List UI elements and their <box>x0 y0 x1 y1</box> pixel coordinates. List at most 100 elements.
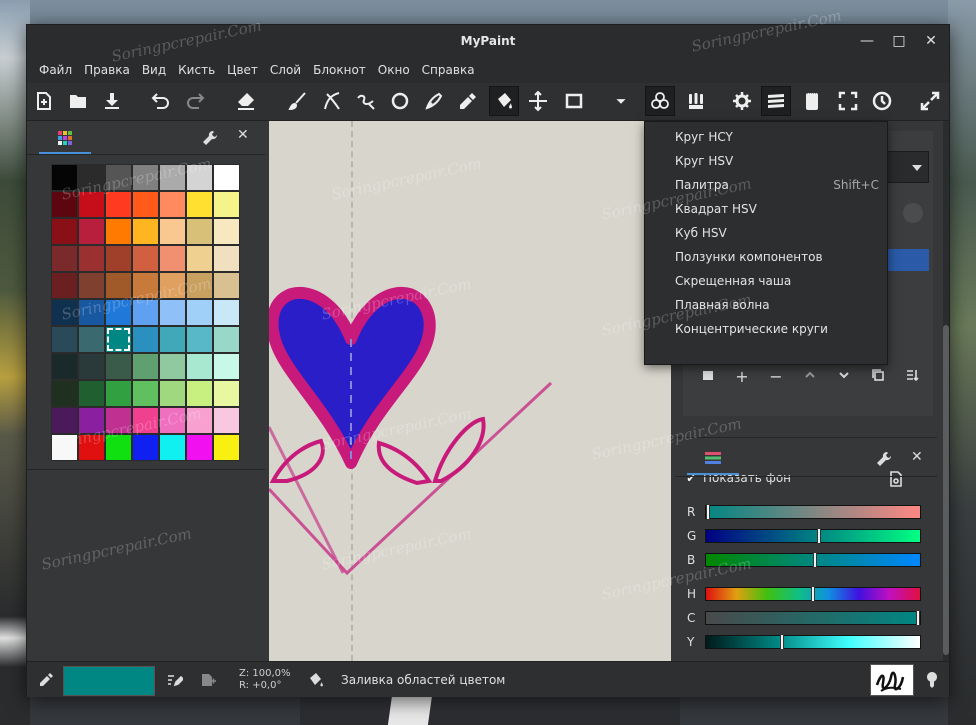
move-layer-icon[interactable] <box>523 86 553 116</box>
palette-swatch[interactable] <box>132 245 159 272</box>
palette-swatch[interactable] <box>213 353 240 380</box>
brush-icon[interactable] <box>283 86 313 116</box>
palette-swatch[interactable] <box>51 299 78 326</box>
menu-layer[interactable]: Слой <box>264 59 307 83</box>
slider-handle[interactable] <box>817 528 822 544</box>
palette-swatch[interactable] <box>132 272 159 299</box>
menu-item[interactable]: Куб HSV <box>645 221 887 245</box>
palette-swatch[interactable] <box>51 353 78 380</box>
expand-icon[interactable] <box>915 86 945 116</box>
move-layer-down-icon[interactable] <box>827 368 861 385</box>
palette-swatch[interactable] <box>213 191 240 218</box>
palette-swatch[interactable] <box>159 353 186 380</box>
palette-swatch[interactable] <box>186 326 213 353</box>
undo-icon[interactable] <box>145 86 175 116</box>
frame-icon[interactable] <box>559 86 589 116</box>
current-color-swatch[interactable] <box>63 666 155 696</box>
slider-y[interactable] <box>705 634 921 650</box>
fullscreen-icon[interactable] <box>833 86 863 116</box>
menu-item[interactable]: Круг HCY <box>645 125 887 149</box>
palette-swatch[interactable] <box>159 326 186 353</box>
palette-swatch[interactable] <box>105 407 132 434</box>
menu-item[interactable]: Круг HSV <box>645 149 887 173</box>
slider-r[interactable] <box>705 504 921 520</box>
history-icon[interactable] <box>867 86 897 116</box>
dropdown-arrow-icon[interactable] <box>611 86 631 116</box>
ellipse-icon[interactable] <box>385 86 415 116</box>
palette-swatch[interactable] <box>78 245 105 272</box>
freehand-icon[interactable] <box>351 86 381 116</box>
duplicate-layer-icon[interactable] <box>861 368 895 385</box>
palette-swatch[interactable] <box>132 434 159 461</box>
palette-swatch[interactable] <box>186 407 213 434</box>
palette-swatch[interactable] <box>159 164 186 191</box>
palette-swatch[interactable] <box>159 407 186 434</box>
menu-item[interactable]: Скрещенная чаша <box>645 269 887 293</box>
slider-handle[interactable] <box>706 504 710 520</box>
merge-layers-icon[interactable] <box>895 368 929 385</box>
palette-swatch[interactable] <box>78 380 105 407</box>
palette-swatch[interactable] <box>213 299 240 326</box>
palette-swatch[interactable] <box>132 164 159 191</box>
menu-file[interactable]: Файл <box>33 59 78 83</box>
palette-swatch[interactable] <box>105 272 132 299</box>
palette-swatch[interactable] <box>186 434 213 461</box>
layers-icon[interactable] <box>761 86 791 116</box>
palette-swatch[interactable] <box>51 164 78 191</box>
menu-view[interactable]: Вид <box>136 59 172 83</box>
palette-swatch[interactable] <box>78 434 105 461</box>
brush-group-icon[interactable] <box>681 86 711 116</box>
close-panel-icon[interactable]: ✕ <box>911 449 923 465</box>
inking-icon[interactable] <box>317 86 347 116</box>
slider-handle[interactable] <box>916 610 920 626</box>
palette-swatch[interactable] <box>132 191 159 218</box>
palette-swatch[interactable] <box>78 218 105 245</box>
menu-item[interactable]: Плавная волна <box>645 293 887 317</box>
palette-swatch[interactable] <box>186 218 213 245</box>
palette-swatch[interactable] <box>105 299 132 326</box>
palette-swatch[interactable] <box>51 380 78 407</box>
palette-swatch[interactable] <box>186 191 213 218</box>
palette-swatch[interactable] <box>213 326 240 353</box>
palette-swatch[interactable] <box>105 191 132 218</box>
drawing-canvas[interactable] <box>269 121 671 661</box>
palette-swatch[interactable] <box>51 272 78 299</box>
layer-properties-icon[interactable] <box>691 368 725 385</box>
slider-b[interactable] <box>705 552 921 568</box>
layer-mode-select[interactable] <box>887 151 929 183</box>
palette-swatch[interactable] <box>186 353 213 380</box>
palette-swatch[interactable] <box>105 326 132 353</box>
palette-swatch[interactable] <box>105 353 132 380</box>
close-panel-icon[interactable]: ✕ <box>237 127 249 143</box>
palette-swatch[interactable] <box>213 218 240 245</box>
palette-swatch[interactable] <box>51 326 78 353</box>
brush-settings-icon[interactable] <box>923 670 941 693</box>
eraser-icon[interactable] <box>231 86 261 116</box>
menu-edit[interactable]: Правка <box>78 59 136 83</box>
pick-layer-icon[interactable] <box>199 671 217 692</box>
fill-bucket-icon[interactable] <box>489 86 519 116</box>
palette-swatch[interactable] <box>132 326 159 353</box>
palette-swatch[interactable] <box>105 245 132 272</box>
palette-swatch[interactable] <box>132 380 159 407</box>
remove-layer-icon[interactable]: − <box>759 367 793 386</box>
menu-scratchpad[interactable]: Блокнот <box>307 59 372 83</box>
minimize-button[interactable]: — <box>859 33 875 49</box>
wrench-icon[interactable] <box>875 450 893 471</box>
palette-swatch[interactable] <box>105 218 132 245</box>
scratchpad-icon[interactable] <box>797 86 827 116</box>
menu-item[interactable]: Палитра Shift+C <box>645 173 887 197</box>
menu-help[interactable]: Справка <box>416 59 481 83</box>
palette-swatch[interactable] <box>132 407 159 434</box>
eyedropper-icon[interactable] <box>37 671 55 692</box>
palette-swatch[interactable] <box>51 218 78 245</box>
palette-swatch[interactable] <box>51 434 78 461</box>
palette-swatch[interactable] <box>132 299 159 326</box>
wrench-icon[interactable] <box>201 129 219 150</box>
open-folder-icon[interactable] <box>63 86 93 116</box>
menu-brush[interactable]: Кисть <box>172 59 221 83</box>
selected-layer-row[interactable] <box>887 249 929 271</box>
opacity-slider-knob[interactable] <box>903 203 923 223</box>
palette-swatch[interactable] <box>78 326 105 353</box>
save-icon[interactable] <box>97 86 127 116</box>
